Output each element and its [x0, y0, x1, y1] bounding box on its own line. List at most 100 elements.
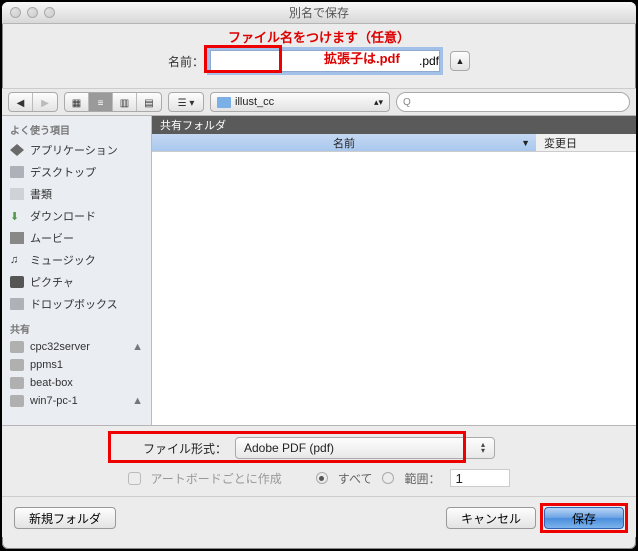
sidebar-item-movies[interactable]: ムービー [2, 227, 151, 249]
sidebar-item-server[interactable]: win7-pc-1 ▲ [2, 392, 151, 410]
pictures-icon [10, 276, 24, 288]
close-icon[interactable] [10, 7, 21, 18]
path-dropdown[interactable]: illust_cc ▴▾ [210, 92, 390, 112]
sidebar-item-label: cpc32server [30, 341, 90, 353]
sidebar-item-documents[interactable]: 書類 [2, 183, 151, 205]
shared-folder-bar: 共有フォルダ [152, 116, 636, 134]
document-icon [10, 188, 24, 200]
view-icon-list[interactable]: ≡ [89, 93, 113, 112]
minimize-icon[interactable] [27, 7, 38, 18]
sidebar-item-label: ミュージック [30, 252, 96, 268]
sidebar-item-dropbox[interactable]: ドロップボックス [2, 293, 151, 315]
radio-range-label: 範囲： [404, 470, 440, 487]
expand-button[interactable]: ▲ [450, 51, 470, 71]
sidebar-item-server[interactable]: cpc32server ▲ [2, 338, 151, 356]
sidebar-item-pictures[interactable]: ピクチャ [2, 271, 151, 293]
traffic-lights [10, 7, 55, 18]
forward-button[interactable]: ▶ [33, 93, 57, 112]
sidebar-item-server[interactable]: ppms1 [2, 356, 151, 374]
column-header-name[interactable]: 名前 ▼ [152, 134, 536, 151]
sidebar-item-server[interactable]: beat-box [2, 374, 151, 392]
sort-arrow-icon: ▼ [521, 138, 530, 148]
file-browser: よく使う項目 アプリケーション デスクトップ 書類 ⬇ ダウンロード ムービー [2, 116, 636, 426]
action-row: 新規フォルダ キャンセル 保存 [14, 503, 624, 529]
file-list-empty[interactable] [152, 152, 636, 425]
chevron-updown-icon: ▴▾ [476, 442, 490, 454]
artboard-checkbox[interactable] [128, 472, 141, 485]
view-icon-grid[interactable]: ▦ [65, 93, 89, 112]
save-button[interactable]: 保存 [544, 507, 624, 529]
chevron-updown-icon: ▴▾ [374, 97, 383, 108]
radio-range[interactable] [382, 472, 394, 484]
view-icon-coverflow[interactable]: ▤ [137, 93, 161, 112]
sidebar-item-label: ダウンロード [30, 208, 96, 224]
view-mode-segment: ▦ ≡ ▥ ▤ [64, 92, 162, 112]
back-button[interactable]: ◀ [9, 93, 33, 112]
sidebar-item-label: win7-pc-1 [30, 395, 78, 407]
download-icon: ⬇ [10, 210, 24, 222]
eject-icon[interactable]: ▲ [132, 341, 143, 353]
new-folder-button[interactable]: 新規フォルダ [14, 507, 116, 529]
range-input[interactable] [450, 469, 510, 487]
arrange-icon: ☰ ▾ [169, 93, 203, 112]
search-icon: Q [403, 97, 411, 108]
sidebar-item-label: ムービー [30, 230, 74, 246]
divider [2, 496, 636, 497]
annotation-filename: ファイル名をつけます（任意） [228, 27, 410, 46]
filename-row: 名前： ▲ [2, 48, 636, 74]
format-row: ファイル形式： Adobe PDF (pdf) ▴▾ [14, 434, 624, 462]
radio-all-label: すべて [338, 470, 373, 487]
shared-folder-label: 共有フォルダ [160, 117, 226, 133]
movie-icon [10, 232, 24, 244]
sidebar-item-label: アプリケーション [30, 142, 118, 158]
radio-all[interactable] [316, 472, 328, 484]
sidebar-item-label: beat-box [30, 377, 73, 389]
view-icon-columns[interactable]: ▥ [113, 93, 137, 112]
folder-icon [10, 298, 24, 310]
sidebar-item-label: ピクチャ [30, 274, 74, 290]
file-list-pane: 共有フォルダ 名前 ▼ 変更日 [152, 116, 636, 425]
format-value: Adobe PDF (pdf) [244, 441, 334, 455]
server-icon [10, 377, 24, 389]
artboard-label: アートボードごとに作成 [151, 470, 282, 487]
server-icon [10, 395, 24, 407]
applications-icon [10, 144, 24, 156]
column-header-date[interactable]: 変更日 [536, 134, 636, 151]
arrange-dropdown[interactable]: ☰ ▾ [168, 92, 204, 112]
column-header-date-label: 変更日 [544, 135, 577, 151]
zoom-icon[interactable] [44, 7, 55, 18]
cancel-button[interactable]: キャンセル [446, 507, 536, 529]
format-dropdown[interactable]: Adobe PDF (pdf) ▴▾ [235, 437, 495, 459]
sidebar-item-desktop[interactable]: デスクトップ [2, 161, 151, 183]
toolbar: ◀ ▶ ▦ ≡ ▥ ▤ ☰ ▾ illust_cc ▴▾ Q [2, 88, 636, 116]
sidebar-item-label: ppms1 [30, 359, 63, 371]
sidebar: よく使う項目 アプリケーション デスクトップ 書類 ⬇ ダウンロード ムービー [2, 116, 152, 425]
save-as-window: 別名で保存 ファイル名をつけます（任意） 名前： ▲ 拡張子は.pdf ◀ ▶ … [2, 2, 636, 549]
sidebar-item-label: 書類 [30, 186, 52, 202]
bottom-panel: ファイル形式： Adobe PDF (pdf) ▴▾ アートボードごとに作成 す… [2, 426, 636, 537]
music-icon: ♫ [10, 254, 24, 266]
server-icon [10, 359, 24, 371]
filename-label: 名前： [168, 53, 204, 70]
sidebar-item-label: デスクトップ [30, 164, 96, 180]
column-header-row: 名前 ▼ 変更日 [152, 134, 636, 152]
sidebar-header-favorites: よく使う項目 [2, 116, 151, 139]
eject-icon[interactable]: ▲ [132, 395, 143, 407]
sidebar-item-applications[interactable]: アプリケーション [2, 139, 151, 161]
server-icon [10, 341, 24, 353]
sidebar-header-shared: 共有 [2, 315, 151, 338]
folder-icon [10, 166, 24, 178]
search-input[interactable]: Q [396, 92, 630, 112]
annotation-extension: 拡張子は.pdf [324, 48, 400, 67]
sidebar-item-music[interactable]: ♫ ミュージック [2, 249, 151, 271]
column-header-name-label: 名前 [333, 135, 355, 151]
window-title: 別名で保存 [289, 4, 349, 21]
nav-back-fwd: ◀ ▶ [8, 92, 58, 112]
path-folder-label: illust_cc [235, 96, 274, 108]
sidebar-item-label: ドロップボックス [30, 296, 118, 312]
folder-icon [217, 97, 231, 108]
titlebar: 別名で保存 [2, 2, 636, 24]
sidebar-item-downloads[interactable]: ⬇ ダウンロード [2, 205, 151, 227]
format-label: ファイル形式： [143, 440, 227, 457]
artboard-options-row: アートボードごとに作成 すべて 範囲： [14, 466, 624, 490]
